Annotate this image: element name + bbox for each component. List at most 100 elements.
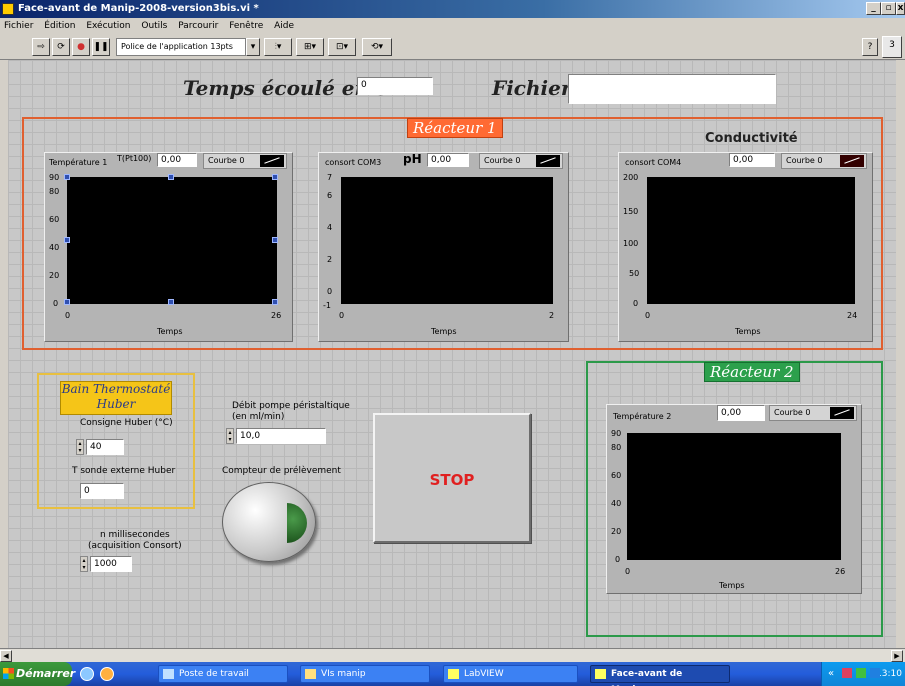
- cursor-handle-icon[interactable]: [64, 299, 70, 305]
- toolbar: ⇨ ⟳ ● ❚❚ Police de l'application 13pts ▾…: [0, 34, 905, 60]
- ie-quicklaunch-icon[interactable]: [80, 667, 94, 681]
- y-tick: 0: [633, 299, 639, 308]
- x-tick: 0: [339, 311, 345, 320]
- plot-area[interactable]: [647, 177, 855, 304]
- legend-label: Courbe 0: [484, 156, 521, 165]
- task-poste-de-travail[interactable]: Poste de travail: [158, 665, 288, 683]
- setpoint-value[interactable]: 40: [86, 439, 124, 455]
- x-tick: 24: [847, 311, 858, 320]
- tray-chevron-icon[interactable]: «: [828, 662, 834, 686]
- y-tick: 4: [327, 223, 333, 232]
- task-labview[interactable]: LabVIEW: [443, 665, 578, 683]
- y-tick: 90: [611, 429, 622, 438]
- window-title: Face-avant de Manip-2008-version3bis.vi …: [18, 3, 259, 14]
- tray-network-icon[interactable]: [842, 668, 852, 678]
- y-tick: 200: [623, 173, 639, 182]
- menu-aide[interactable]: Aide: [274, 21, 294, 31]
- horizontal-scrollbar[interactable]: ◀ ▶: [0, 648, 905, 662]
- y-tick: 90: [49, 173, 60, 182]
- y-tick: 80: [49, 187, 60, 196]
- legend-swatch-icon: [536, 155, 560, 167]
- pump-label: Débit pompe péristaltique (en ml/min): [232, 401, 350, 423]
- acquisition-stepper[interactable]: ▴ ▾: [80, 556, 88, 572]
- folder-icon: [305, 669, 316, 679]
- run-continuous-icon[interactable]: ⟳: [52, 38, 70, 56]
- run-arrow-icon[interactable]: ⇨: [32, 38, 50, 56]
- menu-outils[interactable]: Outils: [141, 21, 167, 31]
- cursor-handle-icon[interactable]: [168, 174, 174, 180]
- resize-objects-icon[interactable]: ⊡▾: [328, 38, 356, 56]
- menu-edition[interactable]: Édition: [44, 21, 75, 31]
- y-tick: 6: [327, 191, 333, 200]
- menu-fenetre[interactable]: Fenêtre: [229, 21, 263, 31]
- plot-area[interactable]: [64, 174, 278, 305]
- setpoint-stepper[interactable]: ▴ ▾: [76, 439, 84, 455]
- pump-label-line2: (en ml/min): [232, 412, 285, 422]
- legend-label: Courbe 0: [786, 156, 823, 165]
- cursor-handle-icon[interactable]: [64, 237, 70, 243]
- scroll-left-icon[interactable]: ◀: [0, 650, 12, 662]
- tray-security-icon[interactable]: [856, 668, 866, 678]
- counter-knob[interactable]: [222, 482, 316, 562]
- menu-execution[interactable]: Exécution: [86, 21, 130, 31]
- y-tick: 0: [615, 555, 621, 564]
- mediaplayer-quicklaunch-icon[interactable]: [100, 667, 114, 681]
- pump-stepper[interactable]: ▴ ▾: [226, 428, 234, 444]
- probe-label: T sonde externe Huber: [72, 466, 176, 476]
- ph-value: 0,00: [427, 153, 469, 167]
- y-tick: 40: [611, 499, 622, 508]
- task-label: VIs manip: [321, 669, 366, 679]
- plot-legend[interactable]: Courbe 0: [203, 153, 287, 169]
- cursor-handle-icon[interactable]: [272, 237, 278, 243]
- y-tick: 7: [327, 173, 333, 182]
- tray-app-icon[interactable]: [870, 668, 880, 678]
- computer-icon: [163, 669, 174, 679]
- vi-connector-icon[interactable]: 3: [882, 36, 902, 58]
- minimize-button[interactable]: _: [866, 2, 881, 15]
- conductivity-title: Conductivité: [705, 131, 798, 146]
- y-tick: -1: [323, 301, 331, 310]
- task-label: LabVIEW: [464, 669, 504, 679]
- menu-fichier[interactable]: Fichier: [4, 21, 33, 31]
- start-button[interactable]: Démarrer: [0, 662, 75, 686]
- menu-parcourir[interactable]: Parcourir: [178, 21, 218, 31]
- task-label: Face-avant de Manip-...: [611, 669, 683, 686]
- task-vis-manip[interactable]: VIs manip: [300, 665, 430, 683]
- align-objects-icon[interactable]: ⫶▾: [264, 38, 292, 56]
- distribute-objects-icon[interactable]: ⊞▾: [296, 38, 324, 56]
- file-path-field[interactable]: [568, 74, 776, 104]
- task-face-avant[interactable]: Face-avant de Manip-...: [590, 665, 730, 686]
- cursor-handle-icon[interactable]: [64, 174, 70, 180]
- help-icon[interactable]: ?: [862, 38, 878, 56]
- close-button[interactable]: x: [896, 2, 905, 15]
- abort-icon[interactable]: ●: [72, 38, 90, 56]
- window-titlebar[interactable]: Face-avant de Manip-2008-version3bis.vi …: [0, 0, 905, 18]
- plot-legend[interactable]: Courbe 0: [781, 153, 867, 169]
- elapsed-time-value[interactable]: 0: [357, 77, 433, 95]
- maximize-button[interactable]: ▫: [881, 2, 896, 15]
- counter-label: Compteur de prélèvement: [222, 466, 341, 476]
- plot-legend[interactable]: Courbe 0: [769, 405, 857, 421]
- font-dropdown-icon[interactable]: ▾: [246, 38, 260, 56]
- legend-swatch-icon: [830, 407, 854, 419]
- x-axis-label: Temps: [735, 327, 761, 336]
- x-axis-label: Temps: [431, 327, 457, 336]
- acquisition-value[interactable]: 1000: [90, 556, 132, 572]
- plot-legend[interactable]: Courbe 0: [479, 153, 563, 169]
- stop-button[interactable]: STOP: [373, 413, 531, 543]
- x-tick: 26: [835, 567, 846, 576]
- x-tick: 0: [65, 311, 71, 320]
- reorder-icon[interactable]: ⟲▾: [362, 38, 392, 56]
- legend-swatch-icon: [260, 155, 284, 167]
- pause-icon[interactable]: ❚❚: [92, 38, 110, 56]
- cursor-handle-icon[interactable]: [272, 174, 278, 180]
- cursor-handle-icon[interactable]: [272, 299, 278, 305]
- acquisition-label-line1: n millisecondes: [99, 530, 170, 540]
- pump-value[interactable]: 10,0: [236, 428, 326, 444]
- scroll-right-icon[interactable]: ▶: [891, 650, 903, 662]
- font-selector[interactable]: Police de l'application 13pts: [116, 38, 246, 56]
- cursor-handle-icon[interactable]: [168, 299, 174, 305]
- plot-area[interactable]: [341, 177, 553, 304]
- labview-icon: [595, 669, 606, 679]
- plot-area[interactable]: [627, 433, 841, 560]
